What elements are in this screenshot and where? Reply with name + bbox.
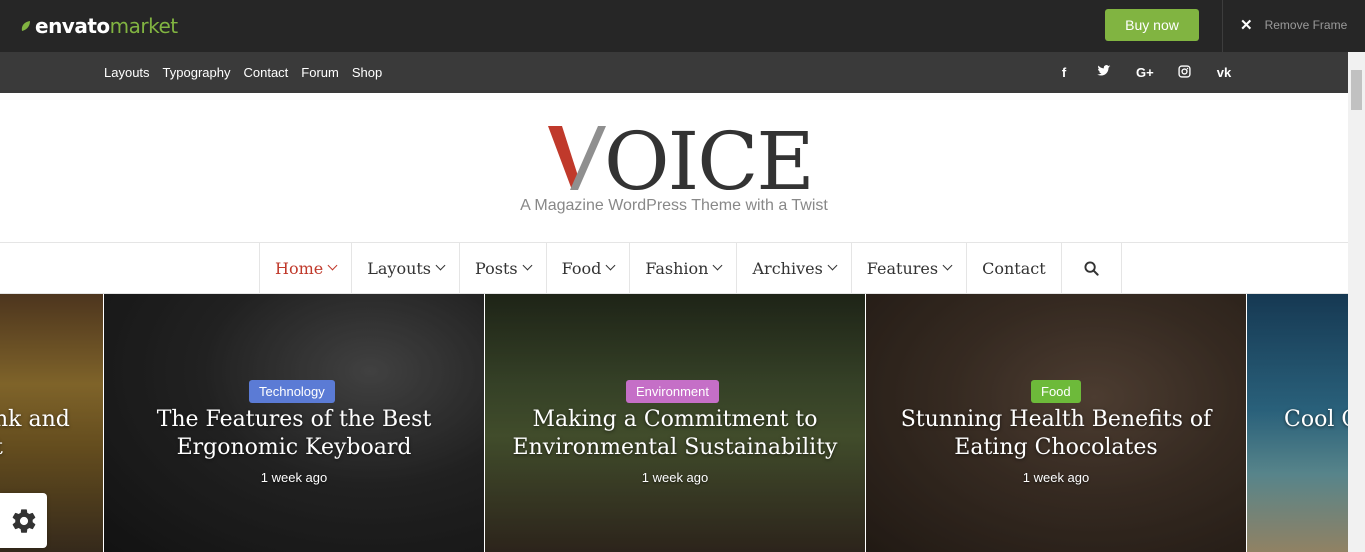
nav-label: Contact xyxy=(982,258,1046,278)
slide-title-line1: The Features of the Best xyxy=(156,407,432,432)
gear-icon xyxy=(12,508,35,533)
slide-title: Cool C xyxy=(1284,406,1348,434)
nav-item-fashion[interactable]: Fashion xyxy=(630,243,738,293)
slide-date: 1 week ago xyxy=(260,470,328,485)
chevron-down-icon xyxy=(942,260,953,270)
slide-title-line2: Environmental Sustainability xyxy=(512,435,838,460)
slide-partial-right[interactable]: Cool C xyxy=(1247,294,1348,552)
slide-title[interactable]: Making a Commitment to Environmental Sus… xyxy=(485,406,865,462)
chevron-down-icon xyxy=(713,260,723,270)
nav-label: Fashion xyxy=(645,258,709,278)
search-icon xyxy=(1084,260,1099,276)
logo-word-envato: envato xyxy=(35,14,110,38)
nav-label: Posts xyxy=(475,258,518,278)
nav-label: Layouts xyxy=(367,258,432,278)
nav-item-home[interactable]: Home xyxy=(260,243,353,293)
slide-date: 1 week ago xyxy=(641,470,709,485)
logo-word-market: market xyxy=(109,14,178,38)
top-link-layouts[interactable]: Layouts xyxy=(104,65,150,80)
top-link-shop[interactable]: Shop xyxy=(352,65,382,80)
settings-toggle-button[interactable] xyxy=(0,493,47,548)
slide-title[interactable]: Stunning Health Benefits of Eating Choco… xyxy=(866,406,1246,462)
slide-title-line2: Eating Chocolates xyxy=(954,435,1158,460)
slide-title-line1: Making a Commitment to xyxy=(532,407,818,432)
buy-now-button[interactable]: Buy now xyxy=(1105,9,1199,41)
nav-item-contact[interactable]: Contact xyxy=(967,243,1062,293)
envato-frame-bar: envato market Buy now ✕ Remove Frame xyxy=(0,0,1365,52)
google-plus-icon[interactable]: G+ xyxy=(1136,65,1154,80)
chevron-down-icon xyxy=(605,260,616,270)
slide-food[interactable]: Food Stunning Health Benefits of Eating … xyxy=(866,294,1246,552)
social-links: f G+ vk xyxy=(1056,52,1256,93)
nav-item-archives[interactable]: Archives xyxy=(737,243,852,293)
featured-slider: nk and t Technology The Features of the … xyxy=(0,294,1348,552)
slide-title-line1: nk and xyxy=(0,407,70,432)
site-tagline: A Magazine WordPress Theme with a Twist xyxy=(520,197,828,214)
top-link-forum[interactable]: Forum xyxy=(301,65,339,80)
envato-logo[interactable]: envato market xyxy=(20,13,178,39)
nav-list: Home Layouts Posts Food Fashion Archives… xyxy=(259,243,1122,293)
top-links-bar: Layouts Typography Contact Forum Shop f … xyxy=(0,52,1348,93)
main-navigation: Home Layouts Posts Food Fashion Archives… xyxy=(0,242,1348,294)
site-logo[interactable]: OICE xyxy=(540,115,815,208)
nav-item-layouts[interactable]: Layouts xyxy=(352,243,461,293)
vk-icon[interactable]: vk xyxy=(1216,65,1232,80)
slide-date: 1 week ago xyxy=(1022,470,1090,485)
leaf-icon xyxy=(21,21,30,31)
chevron-down-icon xyxy=(327,260,338,270)
facebook-icon[interactable]: f xyxy=(1056,65,1072,80)
category-badge[interactable]: Food xyxy=(1031,380,1081,403)
chevron-down-icon xyxy=(827,260,838,270)
slide-title-line2: t xyxy=(0,434,103,462)
slide-technology[interactable]: Technology The Features of the Best Ergo… xyxy=(104,294,484,552)
nav-search-button[interactable] xyxy=(1062,243,1122,293)
nav-label: Food xyxy=(561,258,602,278)
instagram-icon[interactable] xyxy=(1176,64,1192,81)
top-links: Layouts Typography Contact Forum Shop xyxy=(104,52,395,93)
remove-frame-label: Remove Frame xyxy=(1264,18,1348,32)
logo-text: OICE xyxy=(604,118,810,194)
nav-label: Home xyxy=(275,258,324,278)
top-link-contact[interactable]: Contact xyxy=(243,65,288,80)
nav-item-food[interactable]: Food xyxy=(547,243,631,293)
slide-environment[interactable]: Environment Making a Commitment to Envir… xyxy=(485,294,865,552)
slide-title[interactable]: The Features of the Best Ergonomic Keybo… xyxy=(104,406,484,462)
slide-title-line1: Cool C xyxy=(1284,407,1348,432)
chevron-down-icon xyxy=(435,260,446,270)
chevron-down-icon xyxy=(522,260,533,270)
nav-label: Archives xyxy=(752,258,823,278)
twitter-icon[interactable] xyxy=(1096,65,1112,80)
nav-label: Features xyxy=(866,258,939,278)
nav-item-posts[interactable]: Posts xyxy=(460,243,547,293)
scrollbar-thumb[interactable] xyxy=(1351,70,1362,110)
slide-title-line1: Stunning Health Benefits of xyxy=(900,407,1212,432)
category-badge[interactable]: Technology xyxy=(249,380,335,403)
slide-title: nk and t xyxy=(0,406,103,462)
remove-frame-button[interactable]: ✕ Remove Frame xyxy=(1240,16,1347,34)
divider xyxy=(1222,0,1223,52)
category-badge[interactable]: Environment xyxy=(626,380,719,403)
top-link-typography[interactable]: Typography xyxy=(163,65,231,80)
slide-title-line2: Ergonomic Keyboard xyxy=(176,435,412,460)
nav-item-features[interactable]: Features xyxy=(852,243,968,293)
page-scrollbar[interactable] xyxy=(1348,52,1365,552)
close-icon: ✕ xyxy=(1240,17,1253,34)
